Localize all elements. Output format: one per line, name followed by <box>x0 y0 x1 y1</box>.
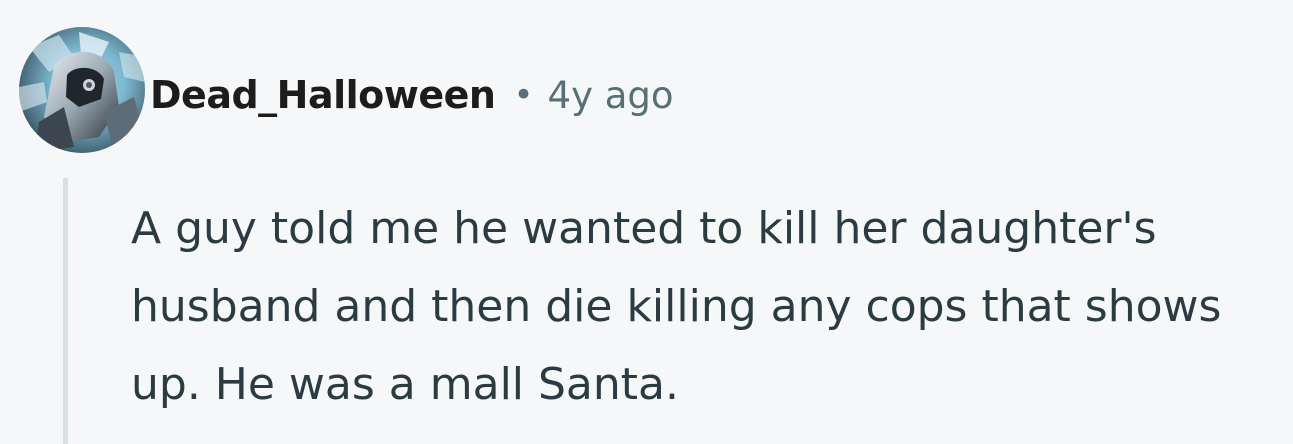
comment-timestamp[interactable]: 4y ago <box>548 74 674 117</box>
author-username[interactable]: Dead_Halloween <box>150 73 496 117</box>
comment: Dead_Halloween • 4y ago A guy told me he… <box>0 0 1293 444</box>
comment-header: Dead_Halloween • 4y ago <box>150 70 674 120</box>
meta-separator: • <box>513 75 534 115</box>
avatar-image-icon <box>19 27 145 153</box>
user-avatar[interactable] <box>19 27 145 153</box>
comment-body: A guy told me he wanted to kill her daug… <box>131 203 1222 410</box>
thread-collapse-line[interactable] <box>63 178 68 444</box>
